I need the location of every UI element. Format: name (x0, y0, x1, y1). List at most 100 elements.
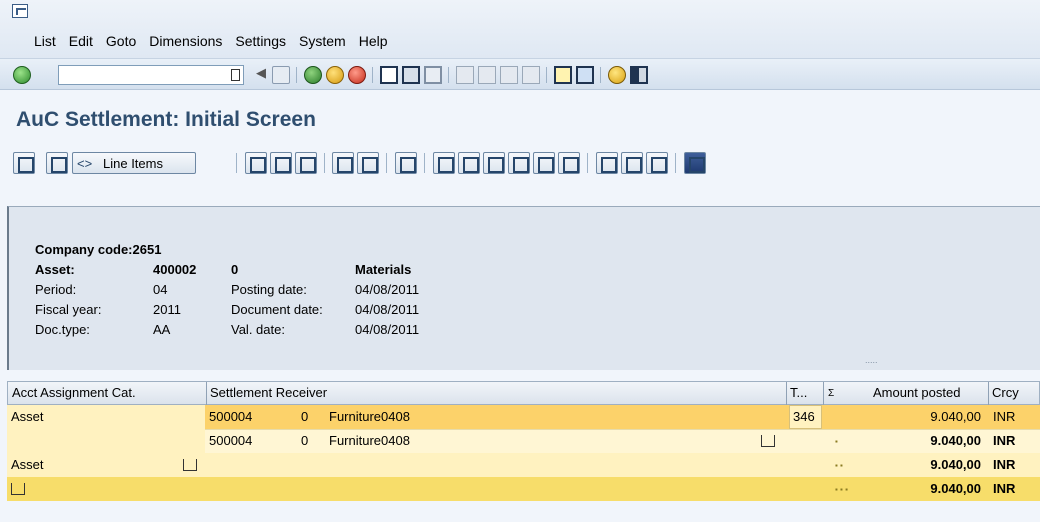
asset-subnumber: 0 (231, 262, 239, 277)
subtotal-icon[interactable] (357, 152, 379, 174)
col-header-settlement-receiver[interactable]: Settlement Receiver (210, 385, 327, 400)
export-icon[interactable] (433, 152, 455, 174)
select-layout-icon[interactable] (621, 152, 643, 174)
fiscal-year-value: 2011 (153, 302, 181, 317)
asset-label: Asset: (35, 262, 75, 277)
subtotal-expand-icon[interactable] (183, 459, 197, 471)
asset-number: 400002 (153, 262, 197, 277)
period-label: Period: (35, 282, 77, 297)
first-page-icon[interactable] (456, 66, 474, 84)
find-next-icon[interactable] (424, 66, 442, 84)
menu-system[interactable]: System (299, 33, 346, 49)
details-icon[interactable] (13, 152, 35, 174)
total-expand-icon[interactable] (11, 483, 25, 495)
header-info-panel: Company code:2651 Asset: 400002 0 Materi… (7, 206, 1040, 370)
save-layout-icon[interactable] (646, 152, 668, 174)
table-row[interactable]: 500004 0 Furniture0408 ▪ 9.040,00 INR (7, 429, 1040, 453)
toolbar-separator (296, 67, 297, 83)
menu-edit[interactable]: Edit (69, 33, 93, 49)
menu-help[interactable]: Help (359, 33, 388, 49)
toolbar-separator (600, 67, 601, 83)
cell-sum-marker: ▪ ▪ ▪ (835, 485, 848, 494)
table-row[interactable]: ▪ ▪ ▪ 9.040,00 INR (7, 477, 1040, 501)
fiscal-year-label: Fiscal year: (35, 302, 102, 317)
col-header-crcy[interactable]: Crcy (992, 385, 1019, 400)
create-shortcut-icon[interactable] (576, 66, 594, 84)
cell-category: Asset (11, 457, 44, 472)
toolbar-separator (448, 67, 449, 83)
toolbar-separator (424, 153, 425, 173)
subtotal-expand-icon[interactable] (761, 435, 775, 447)
local-file-icon[interactable] (483, 152, 505, 174)
cell-receiver-no: 500004 (209, 433, 253, 448)
col-header-acct-assignment-cat[interactable]: Acct Assignment Cat. (12, 385, 136, 400)
mail-recipient-icon[interactable] (508, 152, 530, 174)
cell-amount: 9.040,00 (930, 457, 981, 472)
total-icon[interactable] (332, 152, 354, 174)
toolbar-separator (546, 67, 547, 83)
cell-sum-marker: ▪ ▪ (835, 461, 843, 470)
menu-settings[interactable]: Settings (235, 33, 286, 49)
exit-icon[interactable] (326, 66, 344, 84)
cell-amount: 9.040,00 (930, 481, 981, 496)
change-layout-icon[interactable] (596, 152, 618, 174)
overview-icon[interactable] (46, 152, 68, 174)
column-divider (206, 382, 207, 406)
menu-dimensions[interactable]: Dimensions (149, 33, 222, 49)
splitter-handle[interactable]: ..... (865, 355, 878, 365)
find-icon[interactable] (402, 66, 420, 84)
val-date-value: 04/08/2011 (355, 322, 420, 337)
save-icon[interactable] (272, 66, 290, 84)
abc-analysis-icon[interactable] (533, 152, 555, 174)
page-title: AuC Settlement: Initial Screen (16, 108, 316, 131)
next-page-icon[interactable] (500, 66, 518, 84)
doctype-value: AA (153, 322, 171, 337)
column-divider (988, 382, 989, 406)
cell-currency: INR (993, 457, 1016, 472)
back-icon[interactable] (304, 66, 322, 84)
cancel-icon[interactable] (348, 66, 366, 84)
glasses-icon: <> (77, 156, 93, 171)
cell-receiver-sub: 0 (301, 433, 309, 448)
help-icon[interactable] (608, 66, 626, 84)
table-row[interactable]: Asset ▪ ▪ 9.040,00 INR (7, 453, 1040, 477)
menu-goto[interactable]: Goto (106, 33, 136, 49)
word-processing-icon[interactable] (458, 152, 480, 174)
document-date-value: 04/08/2011 (355, 302, 420, 317)
create-session-icon[interactable] (554, 66, 572, 84)
print-preview-icon[interactable] (395, 152, 417, 174)
line-items-label: Line Items (103, 156, 163, 171)
graphics-icon[interactable] (558, 152, 580, 174)
column-divider (786, 382, 787, 406)
line-items-button[interactable]: <> Line Items (72, 152, 196, 174)
sort-ascending-icon[interactable] (245, 152, 267, 174)
standard-toolbar: ◀ (0, 58, 1040, 90)
column-divider (823, 382, 824, 406)
col-header-amount-posted[interactable]: Amount posted (873, 385, 960, 400)
col-header-t[interactable]: T... (790, 385, 807, 400)
val-date-label: Val. date: (231, 322, 285, 337)
collapse-arrow-icon[interactable]: ◀ (256, 65, 266, 83)
command-input[interactable] (59, 66, 223, 84)
toolbar-separator (236, 153, 237, 173)
menu-list[interactable]: List (34, 33, 56, 49)
toolbar-separator (324, 153, 325, 173)
system-menu-icon[interactable] (12, 4, 28, 18)
toolbar-separator (675, 153, 676, 173)
last-page-icon[interactable] (522, 66, 540, 84)
sort-descending-icon[interactable] (270, 152, 292, 174)
filter-icon[interactable] (295, 152, 317, 174)
layout-menu-icon[interactable] (630, 66, 648, 84)
command-field[interactable] (58, 65, 244, 85)
table-row[interactable]: Asset 500004 0 Furniture0408 346 9.040,0… (7, 405, 1040, 429)
col-header-sum-icon[interactable]: Σ (828, 388, 834, 399)
enter-icon[interactable] (13, 66, 31, 84)
period-value: 04 (153, 282, 168, 297)
cell-currency: INR (993, 409, 1016, 424)
print-icon[interactable] (380, 66, 398, 84)
previous-page-icon[interactable] (478, 66, 496, 84)
command-history-icon[interactable] (231, 69, 240, 81)
menu-bar: List Edit Goto Dimensions Settings Syste… (0, 0, 1040, 58)
information-icon[interactable] (684, 152, 706, 174)
document-date-label: Document date: (231, 302, 323, 317)
